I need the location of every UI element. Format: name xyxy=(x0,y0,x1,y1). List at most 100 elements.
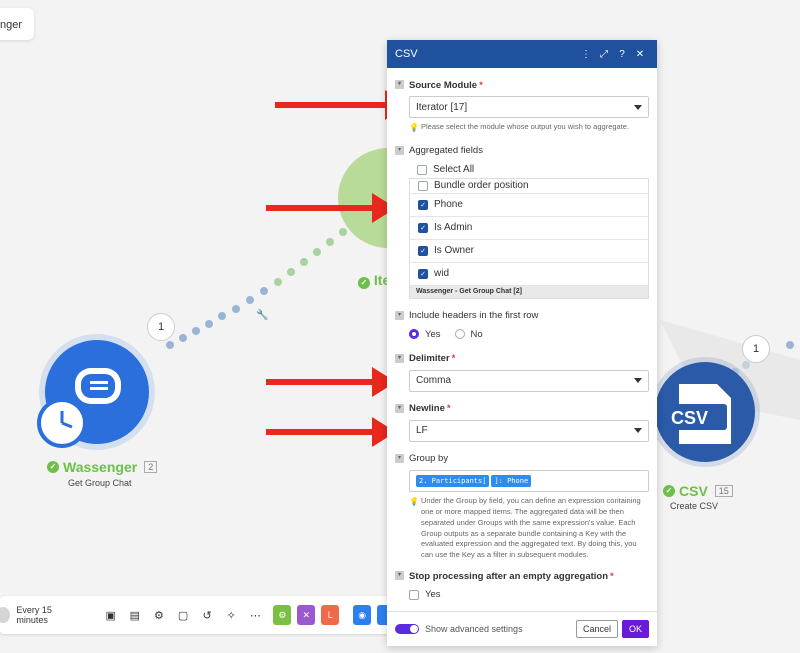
bottom-toolbar: Every 15 minutes ▣ ▤ ⚙ ▢ ↺ ✧ ⋯ ⚙ ✕ L ◉ xyxy=(0,596,395,634)
wassenger-name: Wassenger xyxy=(63,459,138,475)
wassenger-count: 2 xyxy=(144,461,158,473)
delimiter-label: ▾ Delimiter * xyxy=(395,352,649,366)
lightbulb-icon: 💡 xyxy=(409,496,419,506)
collapse-caret-icon[interactable]: ▾ xyxy=(395,453,404,463)
stop-processing-section: ▾ Stop processing after an empty aggregat… xyxy=(395,569,649,600)
collapse-caret-icon[interactable]: ▾ xyxy=(395,80,404,89)
chevron-down-icon xyxy=(634,378,642,384)
aggregated-fields-list[interactable]: Bundle order position ✓ Phone ✓ Is Admin ✓… xyxy=(409,177,649,299)
checkbox-checked[interactable]: ✓ xyxy=(418,199,428,210)
radio-yes[interactable] xyxy=(409,329,419,340)
fields-source-footer: Wassenger - Get Group Chat [2] xyxy=(410,285,648,298)
newline-select[interactable]: LF xyxy=(409,419,649,442)
wassenger-module-label: ✓ Wassenger 2 xyxy=(47,459,158,475)
settings-icon[interactable]: ⚙ xyxy=(151,606,167,624)
field-row[interactable]: ✓ Is Owner xyxy=(410,240,648,263)
delimiter-value: Comma xyxy=(416,375,452,387)
mapped-item-pill[interactable]: ]: Phone xyxy=(491,474,532,487)
checkbox[interactable] xyxy=(418,180,428,191)
radio-no-label[interactable]: No xyxy=(471,329,483,340)
source-module-section: ▾ Source Module * Iterator [17] 💡 Please se… xyxy=(395,78,649,133)
app-icon[interactable]: ◉ xyxy=(353,605,372,625)
radio-yes-label[interactable]: Yes xyxy=(425,329,441,340)
stop-processing-checkbox[interactable] xyxy=(409,589,419,600)
svg-text:🔧: 🔧 xyxy=(256,308,268,321)
stop-processing-label: ▾ Stop processing after an empty aggregat… xyxy=(395,569,649,583)
annotation-arrow-delimiter xyxy=(266,367,396,397)
newline-value: LF xyxy=(416,425,428,437)
newline-section: ▾ Newline * LF xyxy=(395,402,649,442)
newline-label: ▾ Newline * xyxy=(395,402,649,416)
panel-header: CSV ⋮ ⤢ ? ✕ xyxy=(387,40,657,68)
iterator-module-label: ✓ Ite xyxy=(358,272,390,289)
aggregated-fields-section: ▾ Aggregated fields Select All Bundle ord… xyxy=(395,144,649,299)
group-by-section: ▾ Group by 2. Participants[ ]: Phone 💡 Und… xyxy=(395,452,649,561)
collapse-caret-icon[interactable]: ▾ xyxy=(395,310,404,320)
csv-module-icon[interactable]: CSV xyxy=(655,362,755,462)
success-icon: ✓ xyxy=(358,277,370,289)
collapse-caret-icon[interactable]: ▾ xyxy=(395,353,404,363)
notes-icon[interactable]: ▢ xyxy=(175,606,191,624)
chevron-down-icon xyxy=(634,104,642,110)
route-bubble-left[interactable]: 1 xyxy=(147,313,175,341)
aggregated-fields-label: ▾ Aggregated fields xyxy=(395,144,649,158)
checkbox-checked[interactable]: ✓ xyxy=(418,245,428,256)
save-icon[interactable]: ▣ xyxy=(103,606,119,624)
field-row[interactable]: Bundle order position xyxy=(410,179,648,194)
cancel-button[interactable]: Cancel xyxy=(575,620,618,638)
panel-footer: Show advanced settings Cancel OK xyxy=(387,611,657,646)
tools-icon[interactable]: ⚙ xyxy=(273,605,292,625)
field-row[interactable]: ✓ Phone xyxy=(410,194,648,217)
layout-icon[interactable]: ▤ xyxy=(127,606,143,624)
checkbox-checked[interactable]: ✓ xyxy=(418,222,428,233)
group-by-input[interactable]: 2. Participants[ ]: Phone xyxy=(409,469,649,492)
scheduling-toggle[interactable] xyxy=(0,607,11,623)
radio-no[interactable] xyxy=(454,329,465,340)
success-icon: ✓ xyxy=(663,485,675,497)
clock-icon xyxy=(37,398,87,448)
checkbox[interactable] xyxy=(417,164,427,175)
select-all-checkbox[interactable]: Select All xyxy=(409,162,649,178)
ok-button[interactable]: OK xyxy=(621,620,649,638)
top-chip[interactable]: nger xyxy=(0,8,34,40)
chevron-down-icon xyxy=(634,428,642,434)
success-icon: ✓ xyxy=(47,461,59,473)
source-module-value: Iterator [17] xyxy=(416,101,468,113)
undo-icon[interactable]: ↺ xyxy=(199,606,215,624)
collapse-caret-icon[interactable]: ▾ xyxy=(395,403,404,413)
help-icon[interactable]: ? xyxy=(613,49,631,60)
lightbulb-icon: 💡 xyxy=(409,123,419,132)
text-parser-icon[interactable]: L xyxy=(321,605,340,625)
close-icon[interactable]: ✕ xyxy=(631,49,649,60)
mapped-item-pill[interactable]: 2. Participants[ xyxy=(416,474,490,487)
more-vertical-icon[interactable]: ⋮ xyxy=(577,49,595,60)
annotation-arrow-newline xyxy=(266,417,396,447)
field-row[interactable]: ✓ wid xyxy=(410,263,648,286)
source-module-select[interactable]: Iterator [17] xyxy=(409,96,649,118)
csv-settings-panel: CSV ⋮ ⤢ ? ✕ ▾ Source Module * Iterator [17… xyxy=(387,40,657,646)
expand-icon[interactable]: ⤢ xyxy=(595,49,613,60)
group-by-label: ▾ Group by xyxy=(395,452,649,466)
magic-wand-icon[interactable]: ✧ xyxy=(223,606,239,624)
more-icon[interactable]: ⋯ xyxy=(247,606,263,624)
wassenger-subtitle: Get Group Chat xyxy=(68,478,132,488)
top-chip-label: nger xyxy=(0,19,23,31)
group-by-hint: 💡 Under the Group by field, you can defin… xyxy=(409,495,641,560)
source-module-hint: 💡 Please select the module whose output y… xyxy=(409,122,630,132)
annotation-arrow-source xyxy=(275,90,409,120)
flow-control-icon[interactable]: ✕ xyxy=(297,605,316,625)
schedule-label[interactable]: Every 15 minutes xyxy=(16,605,78,625)
advanced-settings-label[interactable]: Show advanced settings xyxy=(425,624,523,634)
include-headers-section: ▾ Include headers in the first row Yes No xyxy=(395,309,649,340)
include-headers-label: ▾ Include headers in the first row xyxy=(395,309,649,323)
route-bubble-right[interactable]: 1 xyxy=(742,335,770,363)
field-row[interactable]: ✓ Is Admin xyxy=(410,217,648,240)
collapse-caret-icon[interactable]: ▾ xyxy=(395,571,404,581)
delimiter-select[interactable]: Comma xyxy=(409,369,649,392)
advanced-settings-toggle[interactable] xyxy=(395,624,419,634)
csv-subtitle: Create CSV xyxy=(670,501,719,511)
collapse-caret-icon[interactable]: ▾ xyxy=(395,145,404,155)
checkbox-checked[interactable]: ✓ xyxy=(418,268,428,279)
panel-body[interactable]: ▾ Source Module * Iterator [17] 💡 Please se… xyxy=(387,68,657,611)
stop-processing-option[interactable]: Yes xyxy=(425,589,441,600)
